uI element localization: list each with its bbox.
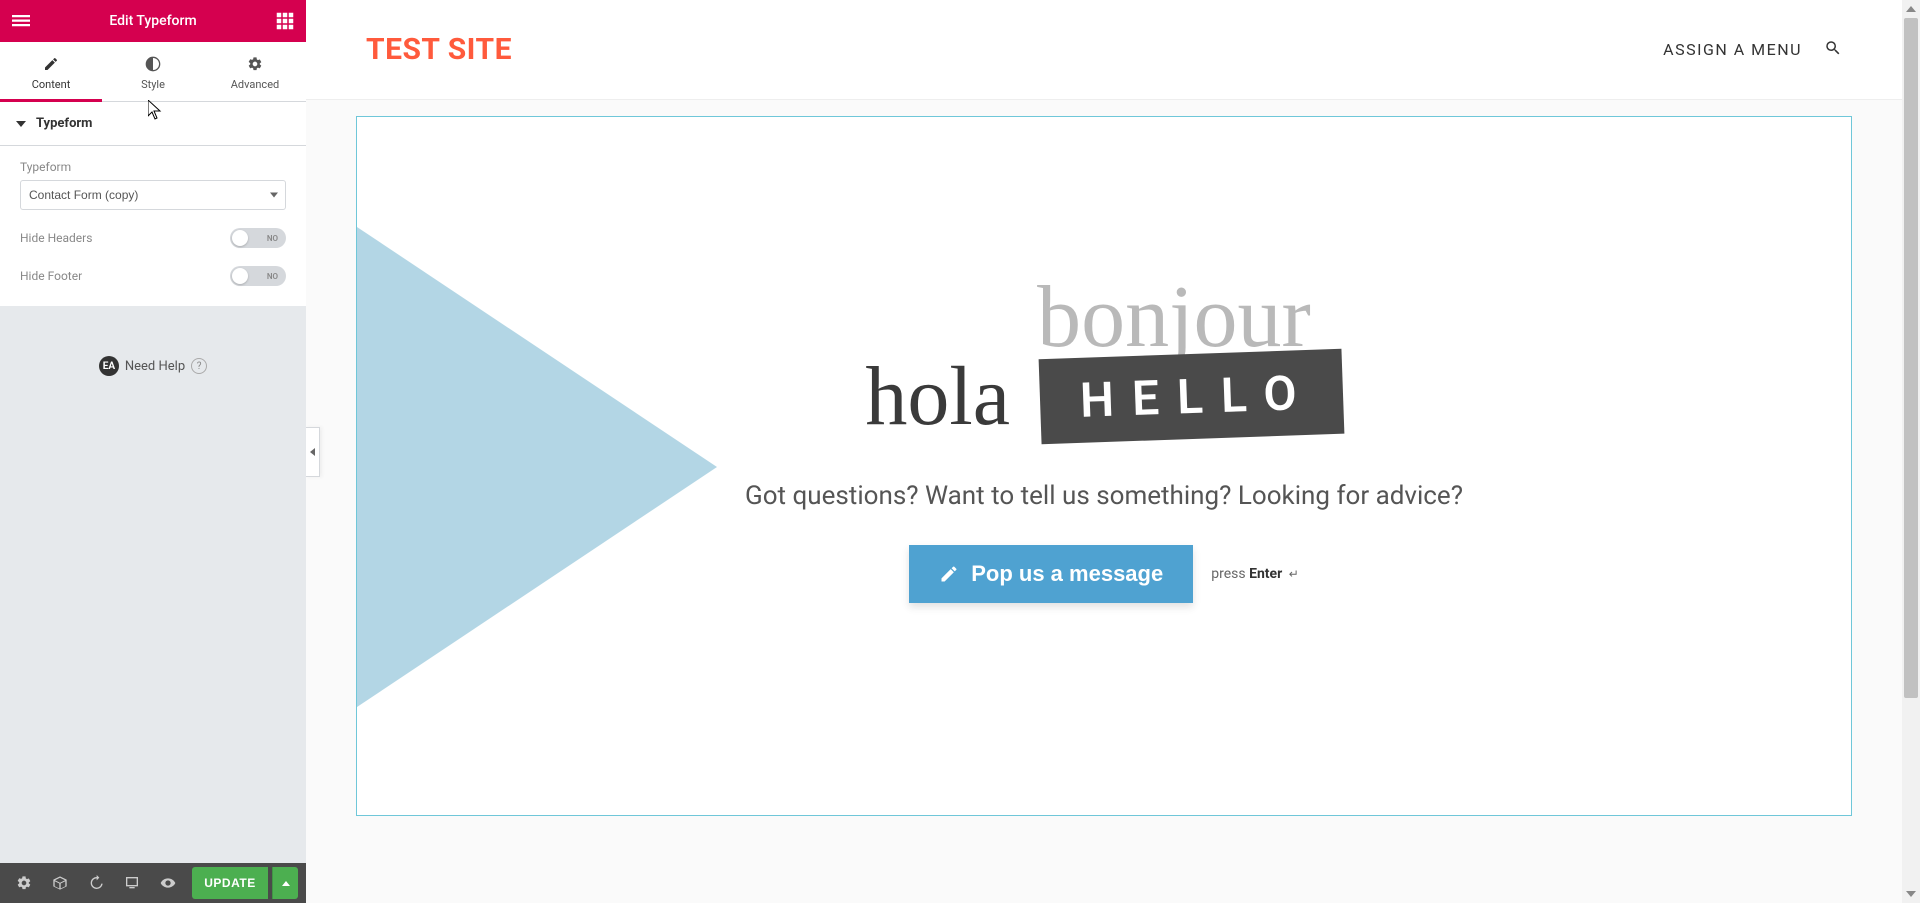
typeform-widget[interactable]: bonjour hola HELLO Got questions? Want t… [356,116,1852,816]
history-icon[interactable] [80,867,112,899]
press-text: press [1211,566,1245,582]
canvas-area: bonjour hola HELLO Got questions? Want t… [306,100,1902,832]
hero-hello: HELLO [1039,349,1344,445]
widgets-grid-icon[interactable] [276,12,294,30]
menu-icon[interactable] [12,12,30,30]
section-typeform-title: Typeform [36,116,92,131]
site-header: TEST SITE ASSIGN A MENU [306,0,1902,100]
tab-content-label: Content [32,78,71,91]
scrollbar-thumb[interactable] [1904,18,1918,698]
hide-headers-toggle[interactable]: NO [230,228,286,248]
tab-advanced-label: Advanced [231,78,279,91]
site-title: TEST SITE [366,32,512,67]
pencil-icon [939,564,959,584]
contrast-icon [145,56,161,72]
sidebar-header: Edit Typeform [0,0,306,42]
help-text: Need Help [125,359,185,374]
panel-collapse-handle[interactable] [306,427,320,477]
update-button[interactable]: UPDATE [192,867,268,899]
caret-up-icon [282,881,290,886]
site-nav: ASSIGN A MENU [1663,39,1842,61]
tab-advanced[interactable]: Advanced [204,42,306,101]
hide-headers-value: NO [267,234,278,243]
preview-area: TEST SITE ASSIGN A MENU bonjour hola HEL… [306,0,1920,903]
press-hint: press Enter ↵ [1211,566,1299,582]
search-icon[interactable] [1824,39,1842,61]
pencil-icon [43,56,59,72]
responsive-icon[interactable] [116,867,148,899]
controls-area: Typeform Hide Headers NO Hide Footer NO [0,146,306,306]
typeform-select[interactable] [20,180,286,210]
chevron-left-icon [310,448,315,456]
section-typeform-header[interactable]: Typeform [0,102,306,146]
cta-label: Pop us a message [971,561,1163,587]
sidebar: Edit Typeform Content Style Advanced Typ… [0,0,306,903]
caret-down-icon [16,121,26,127]
enter-icon: ↵ [1289,567,1299,581]
panel-tabs: Content Style Advanced [0,42,306,102]
scroll-up-icon[interactable] [1902,0,1920,18]
cta-row: Pop us a message press Enter ↵ [357,545,1851,603]
ea-badge-icon: EA [99,356,119,376]
toggle-knob [232,230,248,246]
typeform-field-label: Typeform [20,160,286,174]
navigator-icon[interactable] [44,867,76,899]
settings-icon[interactable] [8,867,40,899]
help-link[interactable]: EA Need Help ? [0,356,306,376]
toggle-knob [232,268,248,284]
preview-icon[interactable] [152,867,184,899]
update-options-button[interactable] [272,867,298,899]
panel-title: Edit Typeform [109,13,196,29]
hero-subtitle: Got questions? Want to tell us something… [357,481,1851,511]
hide-footer-toggle[interactable]: NO [230,266,286,286]
hero-hola: hola [865,348,1010,445]
gear-icon [247,56,263,72]
hide-footer-value: NO [267,272,278,281]
hide-footer-label: Hide Footer [20,269,82,283]
tab-style[interactable]: Style [102,42,204,101]
scroll-down-icon[interactable] [1902,885,1920,903]
press-enter: Enter [1249,566,1282,582]
tab-content[interactable]: Content [0,42,102,101]
assign-menu-link[interactable]: ASSIGN A MENU [1663,40,1802,59]
tab-style-label: Style [141,78,165,91]
help-question-icon: ? [191,358,207,374]
cta-button[interactable]: Pop us a message [909,545,1193,603]
hero-row: hola HELLO [357,348,1851,445]
hero-block: bonjour hola HELLO Got questions? Want t… [357,267,1851,603]
vertical-scrollbar[interactable] [1902,0,1920,903]
typeform-select-wrap [20,180,286,210]
hide-headers-label: Hide Headers [20,231,92,245]
sidebar-footer: UPDATE [0,863,306,903]
